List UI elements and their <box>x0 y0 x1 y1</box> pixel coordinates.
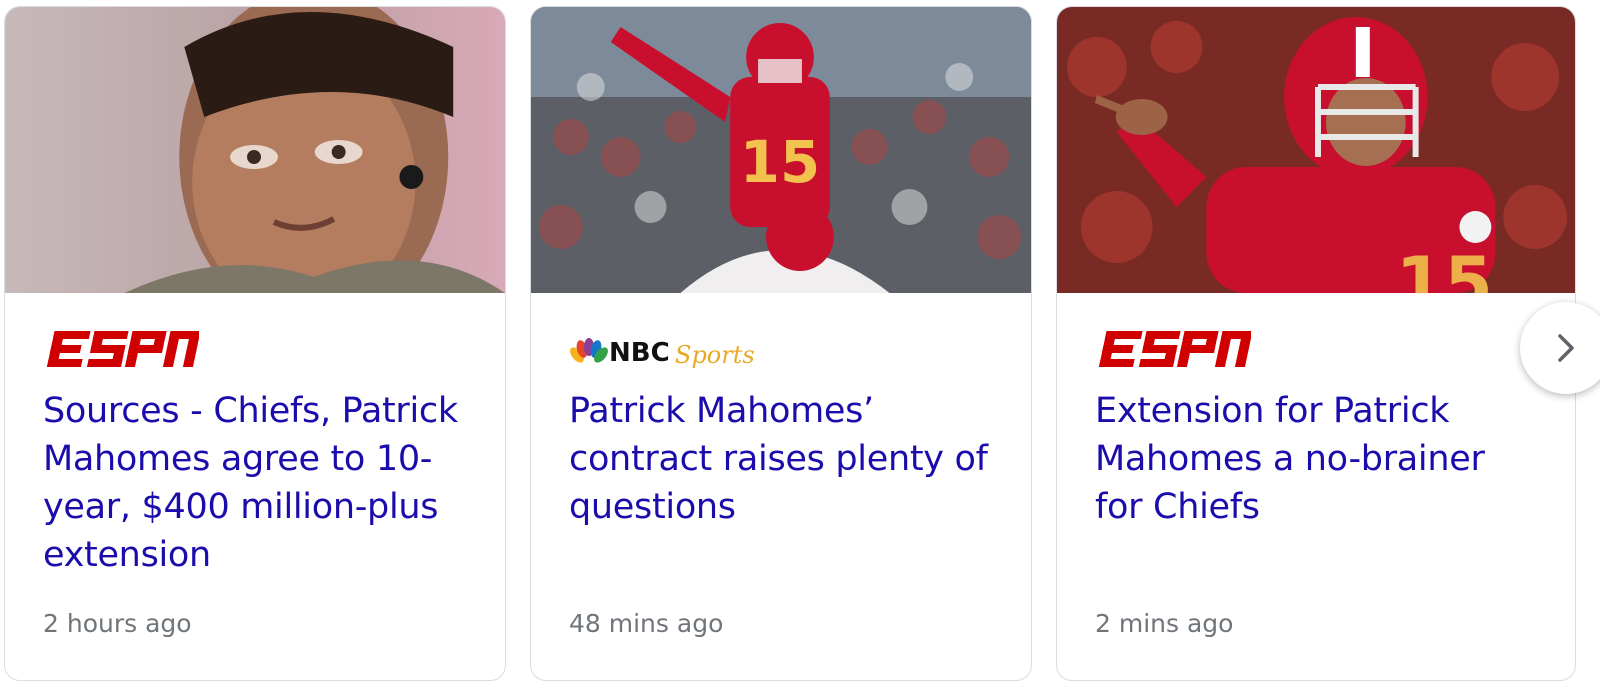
espn-logo <box>43 329 201 371</box>
news-headline[interactable]: Patrick Mahomes’ contract raises plenty … <box>569 387 1009 531</box>
news-timestamp: 2 hours ago <box>43 609 192 638</box>
news-thumbnail[interactable]: 15 <box>1057 7 1575 293</box>
nbc-sports-logo: NBC Sports <box>569 329 769 371</box>
news-timestamp: 2 mins ago <box>1095 609 1234 638</box>
news-card[interactable]: 15 NBC Sports Patrick Mahomes’ contract … <box>530 6 1032 681</box>
svg-text:15: 15 <box>740 128 820 196</box>
sports-logo-text: Sports <box>675 341 755 369</box>
news-timestamp: 48 mins ago <box>569 609 724 638</box>
news-thumbnail[interactable]: 15 <box>531 7 1031 293</box>
news-headline[interactable]: Extension for Patrick Mahomes a no-brain… <box>1095 387 1535 531</box>
news-card[interactable]: 15 Extension for Patrick Mahomes a no-br… <box>1056 6 1576 681</box>
nbc-logo-text: NBC <box>609 338 670 368</box>
svg-text:15: 15 <box>1396 243 1493 293</box>
chevron-right-icon <box>1558 334 1574 362</box>
news-card[interactable]: Sources - Chiefs, Patrick Mahomes agree … <box>4 6 506 681</box>
news-thumbnail[interactable] <box>5 7 505 293</box>
news-headline[interactable]: Sources - Chiefs, Patrick Mahomes agree … <box>43 387 483 579</box>
news-carousel: Sources - Chiefs, Patrick Mahomes agree … <box>0 0 1600 698</box>
espn-logo <box>1095 329 1253 371</box>
